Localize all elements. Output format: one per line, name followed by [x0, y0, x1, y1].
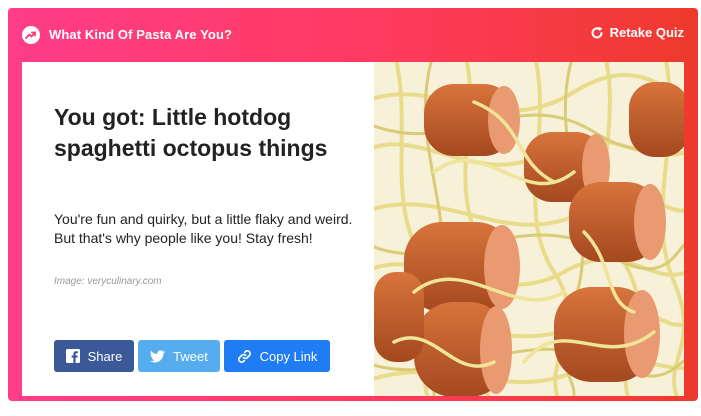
quiz-title[interactable]: What Kind Of Pasta Are You?: [49, 27, 232, 42]
twitter-tweet-button[interactable]: Tweet: [138, 340, 220, 372]
result-panel: You got: Little hotdog spaghetti octopus…: [22, 62, 684, 396]
link-icon: [237, 349, 251, 363]
result-title: You got: Little hotdog spaghetti octopus…: [54, 104, 328, 161]
result-image: [362, 62, 684, 396]
tweet-label: Tweet: [173, 348, 208, 364]
copy-link-label: Copy Link: [259, 348, 318, 364]
facebook-icon: [65, 349, 80, 363]
facebook-share-button[interactable]: Share: [54, 340, 134, 372]
copy-link-button[interactable]: Copy Link: [224, 340, 330, 372]
quiz-header: What Kind Of Pasta Are You? Retake Quiz: [8, 8, 698, 60]
quiz-result-card: What Kind Of Pasta Are You? Retake Quiz …: [8, 8, 698, 401]
share-label: Share: [87, 348, 123, 364]
image-credit: Image: veryculinary.com: [54, 276, 162, 287]
retake-icon: [591, 26, 603, 38]
trending-icon: [22, 26, 40, 44]
retake-quiz-button[interactable]: Retake Quiz: [590, 25, 684, 40]
twitter-icon: [150, 349, 166, 362]
retake-quiz-label: Retake Quiz: [609, 25, 684, 40]
result-description: You're fun and quirky, but a little flak…: [54, 211, 353, 246]
